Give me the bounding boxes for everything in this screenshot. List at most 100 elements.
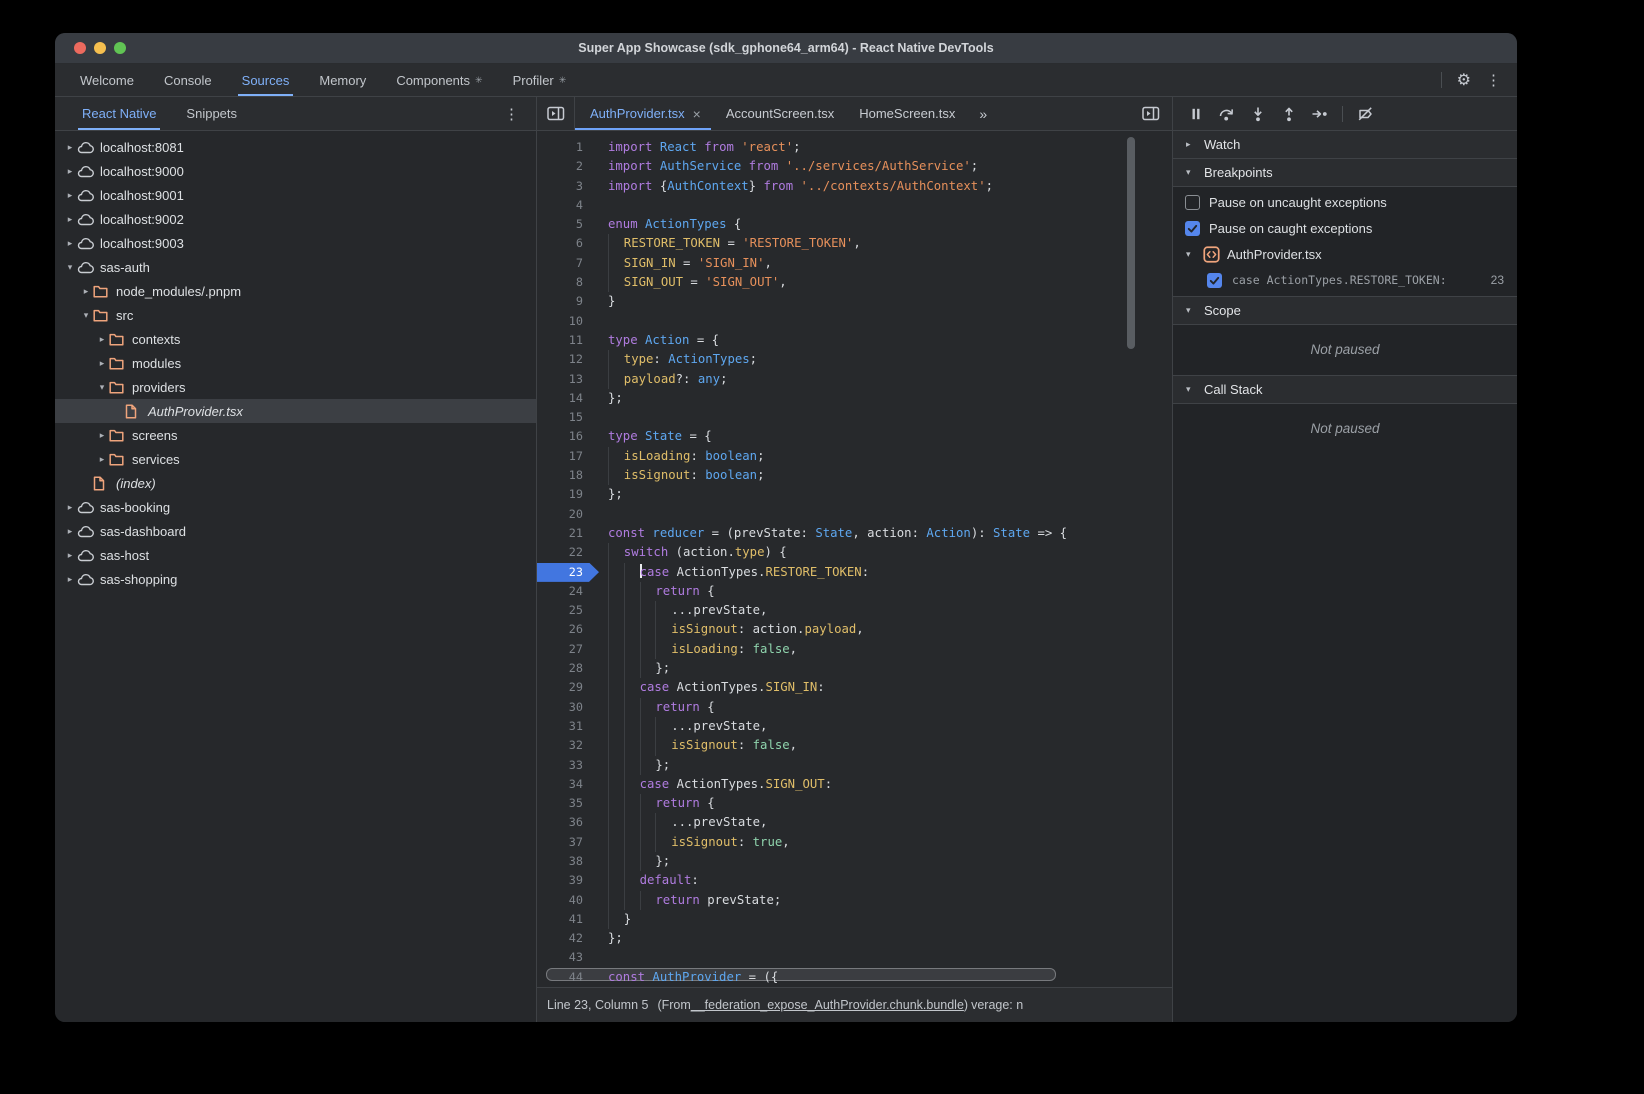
line-number[interactable]: 16	[537, 427, 591, 446]
line-number[interactable]: 23	[537, 563, 591, 582]
code-line-text[interactable]: return {	[608, 582, 715, 601]
code-line-text[interactable]: isSignout: boolean;	[608, 466, 764, 485]
code-line-text[interactable]: case ActionTypes.SIGN_IN:	[608, 678, 825, 697]
tree-collapsed-arrow-icon[interactable]: ▸	[63, 502, 77, 513]
line-number[interactable]: 40	[537, 891, 591, 910]
code-line-text[interactable]: return {	[608, 794, 715, 813]
code-line-text[interactable]: enum ActionTypes {	[608, 215, 741, 234]
tree-collapsed-arrow-icon[interactable]: ▸	[63, 142, 77, 153]
line-number[interactable]: 22	[537, 543, 591, 562]
code-line-text[interactable]: import React from 'react';	[608, 138, 801, 157]
code-editor[interactable]: 1 import React from 'react'; 2 import AuthS…	[537, 131, 1172, 987]
more-tabs-button[interactable]: »	[965, 106, 1002, 122]
pause-uncaught-checkbox[interactable]	[1185, 195, 1200, 210]
source-map-link[interactable]: __federation_expose_AuthProvider.chunk.b…	[691, 998, 964, 1012]
tree-item-services[interactable]: ▸services	[55, 447, 536, 471]
tree-item-providers[interactable]: ▾providers	[55, 375, 536, 399]
watch-section-header[interactable]: ▸ Watch	[1173, 130, 1517, 159]
code-line-text[interactable]: type Action = {	[608, 331, 719, 350]
minimize-window-button[interactable]	[94, 42, 106, 54]
line-number[interactable]: 7	[537, 254, 591, 273]
tree-item-sas-booking[interactable]: ▸sas-booking	[55, 495, 536, 519]
code-line-text[interactable]: };	[608, 659, 670, 678]
line-number[interactable]: 10	[537, 312, 591, 331]
tree-item-sas-host[interactable]: ▸sas-host	[55, 543, 536, 567]
code-line-text[interactable]: };	[608, 852, 670, 871]
main-tab-components[interactable]: Components✳	[381, 64, 497, 96]
code-line-text[interactable]: RESTORE_TOKEN = 'RESTORE_TOKEN',	[608, 234, 861, 253]
main-tab-memory[interactable]: Memory	[304, 64, 381, 96]
code-line-text[interactable]: SIGN_OUT = 'SIGN_OUT',	[608, 273, 787, 292]
step-into-button[interactable]	[1242, 100, 1273, 128]
tree-collapsed-arrow-icon[interactable]: ▸	[95, 334, 109, 345]
tree-collapsed-arrow-icon[interactable]: ▸	[95, 358, 109, 369]
tree-expanded-arrow-icon[interactable]: ▾	[79, 310, 93, 321]
line-number[interactable]: 24	[537, 582, 591, 601]
tree-expanded-arrow-icon[interactable]: ▾	[95, 382, 109, 393]
tree-collapsed-arrow-icon[interactable]: ▸	[63, 190, 77, 201]
code-line-text[interactable]: type: ActionTypes;	[608, 350, 757, 369]
main-tab-console[interactable]: Console	[149, 64, 227, 96]
tree-item-sas-auth[interactable]: ▾sas-auth	[55, 255, 536, 279]
main-tab-profiler[interactable]: Profiler✳	[498, 64, 582, 96]
tree-collapsed-arrow-icon[interactable]: ▸	[95, 454, 109, 465]
breakpoint-file-group[interactable]: ▾ AuthProvider.tsx	[1173, 241, 1517, 267]
code-line-text[interactable]: case ActionTypes.RESTORE_TOKEN:	[608, 563, 869, 582]
line-number[interactable]: 44	[537, 968, 591, 987]
line-number[interactable]: 39	[537, 871, 591, 890]
code-line-text[interactable]: };	[608, 756, 670, 775]
line-number[interactable]: 28	[537, 659, 591, 678]
line-number[interactable]: 1	[537, 138, 591, 157]
editor-tab-authprovider-tsx[interactable]: AuthProvider.tsx×	[575, 97, 711, 130]
line-number[interactable]: 11	[537, 331, 591, 350]
deactivate-breakpoints-button[interactable]	[1350, 100, 1381, 128]
callstack-section-header[interactable]: ▾ Call Stack	[1173, 375, 1517, 404]
line-number[interactable]: 25	[537, 601, 591, 620]
line-number[interactable]: 15	[537, 408, 591, 427]
code-line-text[interactable]: };	[608, 389, 623, 408]
line-number[interactable]: 21	[537, 524, 591, 543]
code-line-text[interactable]: isLoading: false,	[608, 640, 797, 659]
line-number[interactable]: 8	[537, 273, 591, 292]
toggle-debugger-sidebar-button[interactable]	[1130, 97, 1172, 130]
breakpoint-entry-checkbox[interactable]	[1207, 273, 1222, 288]
vertical-scrollbar-thumb[interactable]	[1127, 137, 1135, 349]
line-number[interactable]: 4	[537, 196, 591, 215]
code-line-text[interactable]: const reducer = (prevState: State, actio…	[608, 524, 1067, 543]
line-number[interactable]: 2	[537, 157, 591, 176]
line-number[interactable]: 12	[537, 350, 591, 369]
code-line-text[interactable]: import AuthService from '../services/Aut…	[608, 157, 978, 176]
tree-expanded-arrow-icon[interactable]: ▾	[63, 262, 77, 273]
line-number[interactable]: 19	[537, 485, 591, 504]
line-number[interactable]: 32	[537, 736, 591, 755]
line-number[interactable]: 34	[537, 775, 591, 794]
main-tab-sources[interactable]: Sources	[227, 64, 305, 96]
main-tab-welcome[interactable]: Welcome	[65, 64, 149, 96]
navigator-tab-snippets[interactable]: Snippets	[171, 97, 252, 130]
tree-item-sas-dashboard[interactable]: ▸sas-dashboard	[55, 519, 536, 543]
code-line-text[interactable]: ...prevState,	[608, 813, 767, 832]
code-line-text[interactable]: switch (action.type) {	[608, 543, 787, 562]
step-over-button[interactable]	[1211, 100, 1242, 128]
line-number[interactable]: 37	[537, 833, 591, 852]
close-window-button[interactable]	[74, 42, 86, 54]
line-number[interactable]: 18	[537, 466, 591, 485]
code-line-text[interactable]: isSignout: true,	[608, 833, 790, 852]
tree-collapsed-arrow-icon[interactable]: ▸	[63, 166, 77, 177]
tree-collapsed-arrow-icon[interactable]: ▸	[63, 238, 77, 249]
line-number[interactable]: 30	[537, 698, 591, 717]
zoom-window-button[interactable]	[114, 42, 126, 54]
code-line-text[interactable]: const AuthProvider = ({	[608, 968, 778, 987]
line-number[interactable]: 9	[537, 292, 591, 311]
tree-item-localhost-9000[interactable]: ▸localhost:9000	[55, 159, 536, 183]
tree-item-localhost-8081[interactable]: ▸localhost:8081	[55, 135, 536, 159]
main-menu-kebab-icon[interactable]: ⋮	[1486, 71, 1501, 89]
breakpoints-section-header[interactable]: ▾ Breakpoints	[1173, 158, 1517, 187]
navigator-tab-react-native[interactable]: React Native	[67, 97, 171, 130]
code-line-text[interactable]: ...prevState,	[608, 717, 767, 736]
tree-collapsed-arrow-icon[interactable]: ▸	[63, 550, 77, 561]
line-number[interactable]: 27	[537, 640, 591, 659]
code-line-text[interactable]: import {AuthContext} from '../contexts/A…	[608, 177, 993, 196]
code-line-text[interactable]: SIGN_IN = 'SIGN_IN',	[608, 254, 772, 273]
line-number[interactable]: 20	[537, 505, 591, 524]
